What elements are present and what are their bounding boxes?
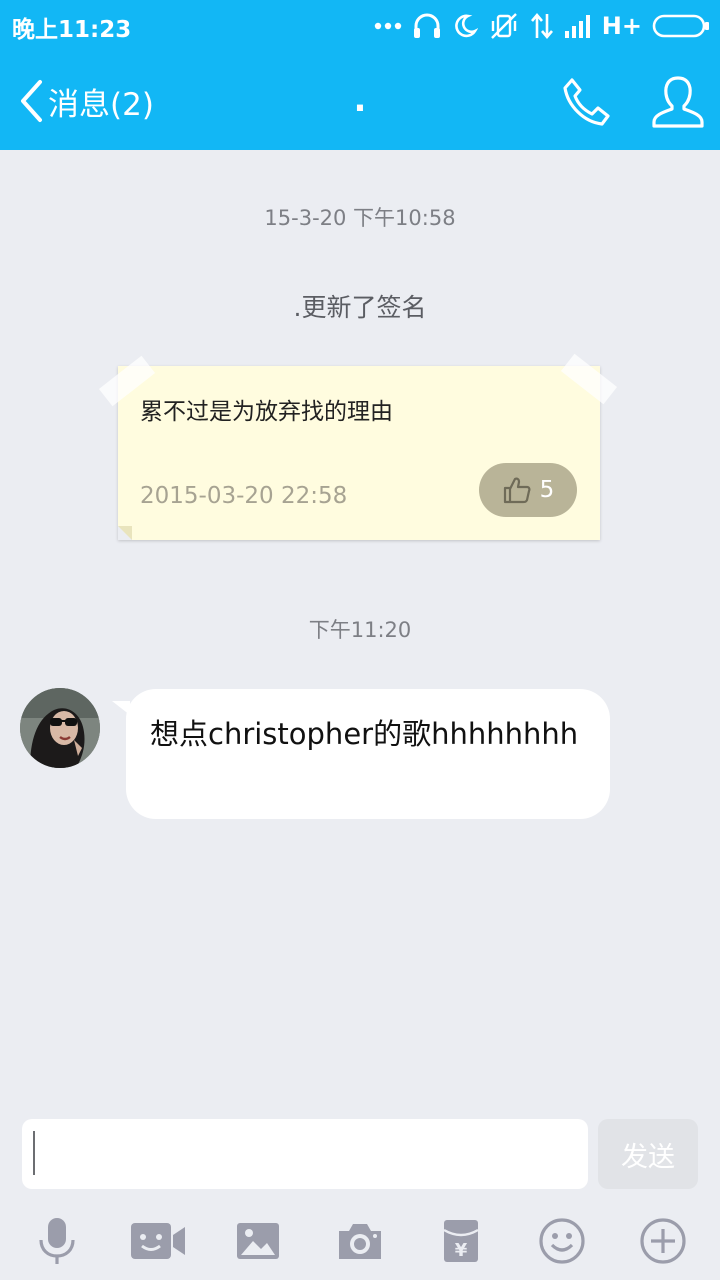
chevron-left-icon bbox=[21, 80, 42, 122]
thumbs-up-icon bbox=[503, 477, 531, 504]
avatar-image bbox=[20, 688, 100, 768]
signature-text: 累不过是为放弃找的理由 bbox=[140, 399, 393, 425]
status-bar: 晚上11:23 H+ bbox=[0, 0, 720, 50]
like-button[interactable]: 5 bbox=[479, 463, 577, 517]
red-packet-icon: ¥ bbox=[443, 1220, 479, 1262]
more-button[interactable] bbox=[633, 1212, 693, 1270]
tape-decoration bbox=[560, 353, 618, 405]
video-call-icon bbox=[131, 1223, 185, 1259]
camera-button[interactable] bbox=[330, 1212, 390, 1270]
like-count: 5 bbox=[539, 477, 555, 503]
network-type: H+ bbox=[601, 12, 642, 40]
system-message: .更新了签名 bbox=[293, 293, 427, 322]
back-label: 消息(2) bbox=[48, 86, 154, 123]
phone-icon bbox=[563, 78, 610, 126]
message-text: 想点christopher的歌hhhhhhhh bbox=[150, 717, 579, 751]
signature-date: 2015-03-20 22:58 bbox=[140, 483, 348, 509]
vibrate-silent-icon bbox=[490, 13, 517, 39]
avatar[interactable] bbox=[20, 688, 100, 768]
send-button[interactable]: 发送 bbox=[598, 1119, 698, 1189]
battery-icon bbox=[652, 14, 709, 38]
video-call-button[interactable] bbox=[128, 1212, 188, 1270]
timestamp: 下午11:20 bbox=[308, 618, 412, 642]
timestamp: 15-3-20 下午10:58 bbox=[264, 206, 456, 230]
profile-button[interactable] bbox=[650, 74, 706, 130]
more-dots-icon bbox=[374, 22, 401, 30]
microphone-icon bbox=[39, 1218, 75, 1264]
plus-icon bbox=[640, 1218, 686, 1264]
voice-button[interactable] bbox=[27, 1212, 87, 1270]
nav-bar: 消息(2) . bbox=[0, 50, 720, 150]
folded-corner bbox=[118, 526, 132, 540]
emoji-button[interactable] bbox=[532, 1212, 592, 1270]
person-icon bbox=[652, 76, 704, 128]
red-packet-button[interactable]: ¥ bbox=[431, 1212, 491, 1270]
status-time: 晚上11:23 bbox=[12, 17, 132, 43]
signal-bars-icon bbox=[564, 15, 590, 38]
camera-icon bbox=[339, 1224, 381, 1259]
data-arrows-icon bbox=[530, 12, 553, 40]
image-button[interactable] bbox=[228, 1212, 288, 1270]
image-icon bbox=[237, 1223, 279, 1259]
emoji-icon bbox=[539, 1218, 585, 1264]
message-bubble[interactable]: 想点christopher的歌hhhhhhhh bbox=[126, 689, 610, 819]
chat-title: . bbox=[353, 80, 367, 120]
text-caret bbox=[33, 1131, 35, 1175]
headphones-icon bbox=[413, 13, 440, 38]
svg-text:¥: ¥ bbox=[455, 1240, 468, 1261]
signature-card[interactable]: 累不过是为放弃找的理由 2015-03-20 22:58 5 bbox=[98, 353, 618, 540]
message-input[interactable] bbox=[22, 1119, 588, 1189]
call-button[interactable] bbox=[560, 76, 614, 128]
back-button[interactable]: 消息(2) bbox=[18, 78, 154, 124]
moon-icon bbox=[454, 14, 478, 38]
status-icons: H+ bbox=[374, 9, 710, 43]
